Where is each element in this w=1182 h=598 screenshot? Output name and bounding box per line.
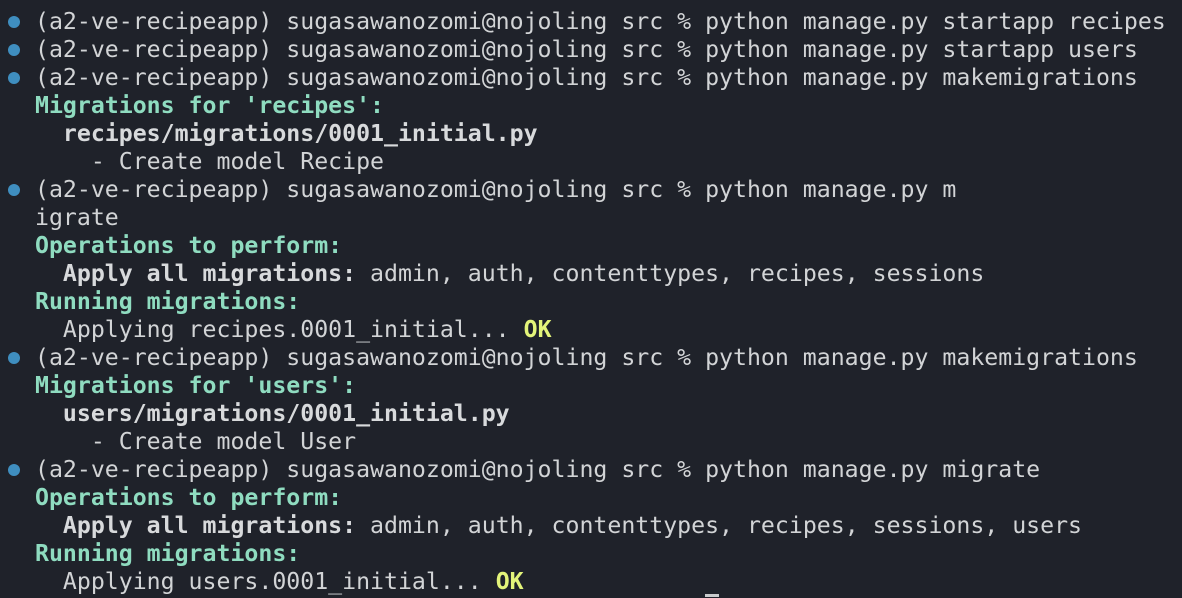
output-line: Applying recipes.0001_initial... OK: [35, 316, 1182, 344]
output-line: users/migrations/0001_initial.py: [35, 400, 1182, 428]
output-text: Apply all migrations:: [62, 260, 357, 287]
output-text: admin, auth, contenttypes, recipes, sess…: [356, 260, 985, 287]
output-text: (a2-ve-recipeapp) sugasawanozomi@nojolin…: [35, 8, 1166, 35]
output-text: (a2-ve-recipeapp) sugasawanozomi@nojolin…: [35, 344, 1138, 371]
command-line: (a2-ve-recipeapp) sugasawanozomi@nojolin…: [8, 64, 1182, 92]
output-text: admin, auth, contenttypes, recipes, sess…: [356, 512, 1083, 539]
command-line: (a2-ve-recipeapp) sugasawanozomi@nojolin…: [8, 36, 1182, 64]
section-heading: Operations to perform:: [35, 232, 343, 259]
terminal-cursor: [705, 594, 719, 597]
output-text: Applying users.0001_initial...: [35, 568, 496, 595]
output-line: Applying users.0001_initial... OK: [35, 568, 1182, 596]
output-line: Running migrations:: [35, 540, 1182, 568]
section-heading: Migrations for 'recipes':: [35, 92, 385, 119]
output-text: - Create model Recipe: [35, 148, 385, 175]
output-text: Apply all migrations:: [62, 512, 357, 539]
command-status-dot-icon[interactable]: [8, 16, 20, 28]
command-line: (a2-ve-recipeapp) sugasawanozomi@nojolin…: [8, 8, 1182, 36]
output-line: Operations to perform:: [35, 232, 1182, 260]
command-line: (a2-ve-recipeapp) sugasawanozomi@nojolin…: [8, 176, 1182, 204]
output-line: Migrations for 'recipes':: [35, 92, 1182, 120]
output-line: Operations to perform:: [35, 484, 1182, 512]
command-line: (a2-ve-recipeapp) sugasawanozomi@nojolin…: [8, 456, 1182, 484]
output-line: Apply all migrations: admin, auth, conte…: [35, 260, 1182, 288]
output-line: igrate: [35, 204, 1182, 232]
output-text: (a2-ve-recipeapp) sugasawanozomi@nojolin…: [35, 456, 1041, 483]
output-text: - Create model User: [35, 428, 357, 455]
output-line: Apply all migrations: admin, auth, conte…: [35, 512, 1182, 540]
section-heading: Running migrations:: [35, 540, 301, 567]
output-text: igrate: [35, 204, 119, 231]
output-text: (a2-ve-recipeapp) sugasawanozomi@nojolin…: [35, 176, 957, 203]
command-status-dot-icon[interactable]: [8, 352, 20, 364]
ok-status: OK: [495, 568, 524, 595]
command-line: (a2-ve-recipeapp) sugasawanozomi@nojolin…: [8, 344, 1182, 372]
command-status-dot-icon[interactable]: [8, 464, 20, 476]
output-text: recipes/migrations/0001_initial.py: [62, 120, 538, 147]
section-heading: Migrations for 'users':: [35, 372, 357, 399]
output-text: (a2-ve-recipeapp) sugasawanozomi@nojolin…: [35, 64, 1138, 91]
section-heading: Running migrations:: [35, 288, 301, 315]
command-status-dot-icon[interactable]: [8, 72, 20, 84]
terminal-output[interactable]: (a2-ve-recipeapp) sugasawanozomi@nojolin…: [8, 8, 1182, 596]
output-line: - Create model Recipe: [35, 148, 1182, 176]
command-status-dot-icon[interactable]: [8, 44, 20, 56]
output-line: recipes/migrations/0001_initial.py: [35, 120, 1182, 148]
section-heading: Operations to perform:: [35, 484, 343, 511]
output-line: Running migrations:: [35, 288, 1182, 316]
ok-status: OK: [523, 316, 552, 343]
output-text: users/migrations/0001_initial.py: [62, 400, 510, 427]
output-text: (a2-ve-recipeapp) sugasawanozomi@nojolin…: [35, 36, 1138, 63]
output-text: Applying recipes.0001_initial...: [35, 316, 524, 343]
command-status-dot-icon[interactable]: [8, 184, 20, 196]
output-line: Migrations for 'users':: [35, 372, 1182, 400]
output-line: - Create model User: [35, 428, 1182, 456]
